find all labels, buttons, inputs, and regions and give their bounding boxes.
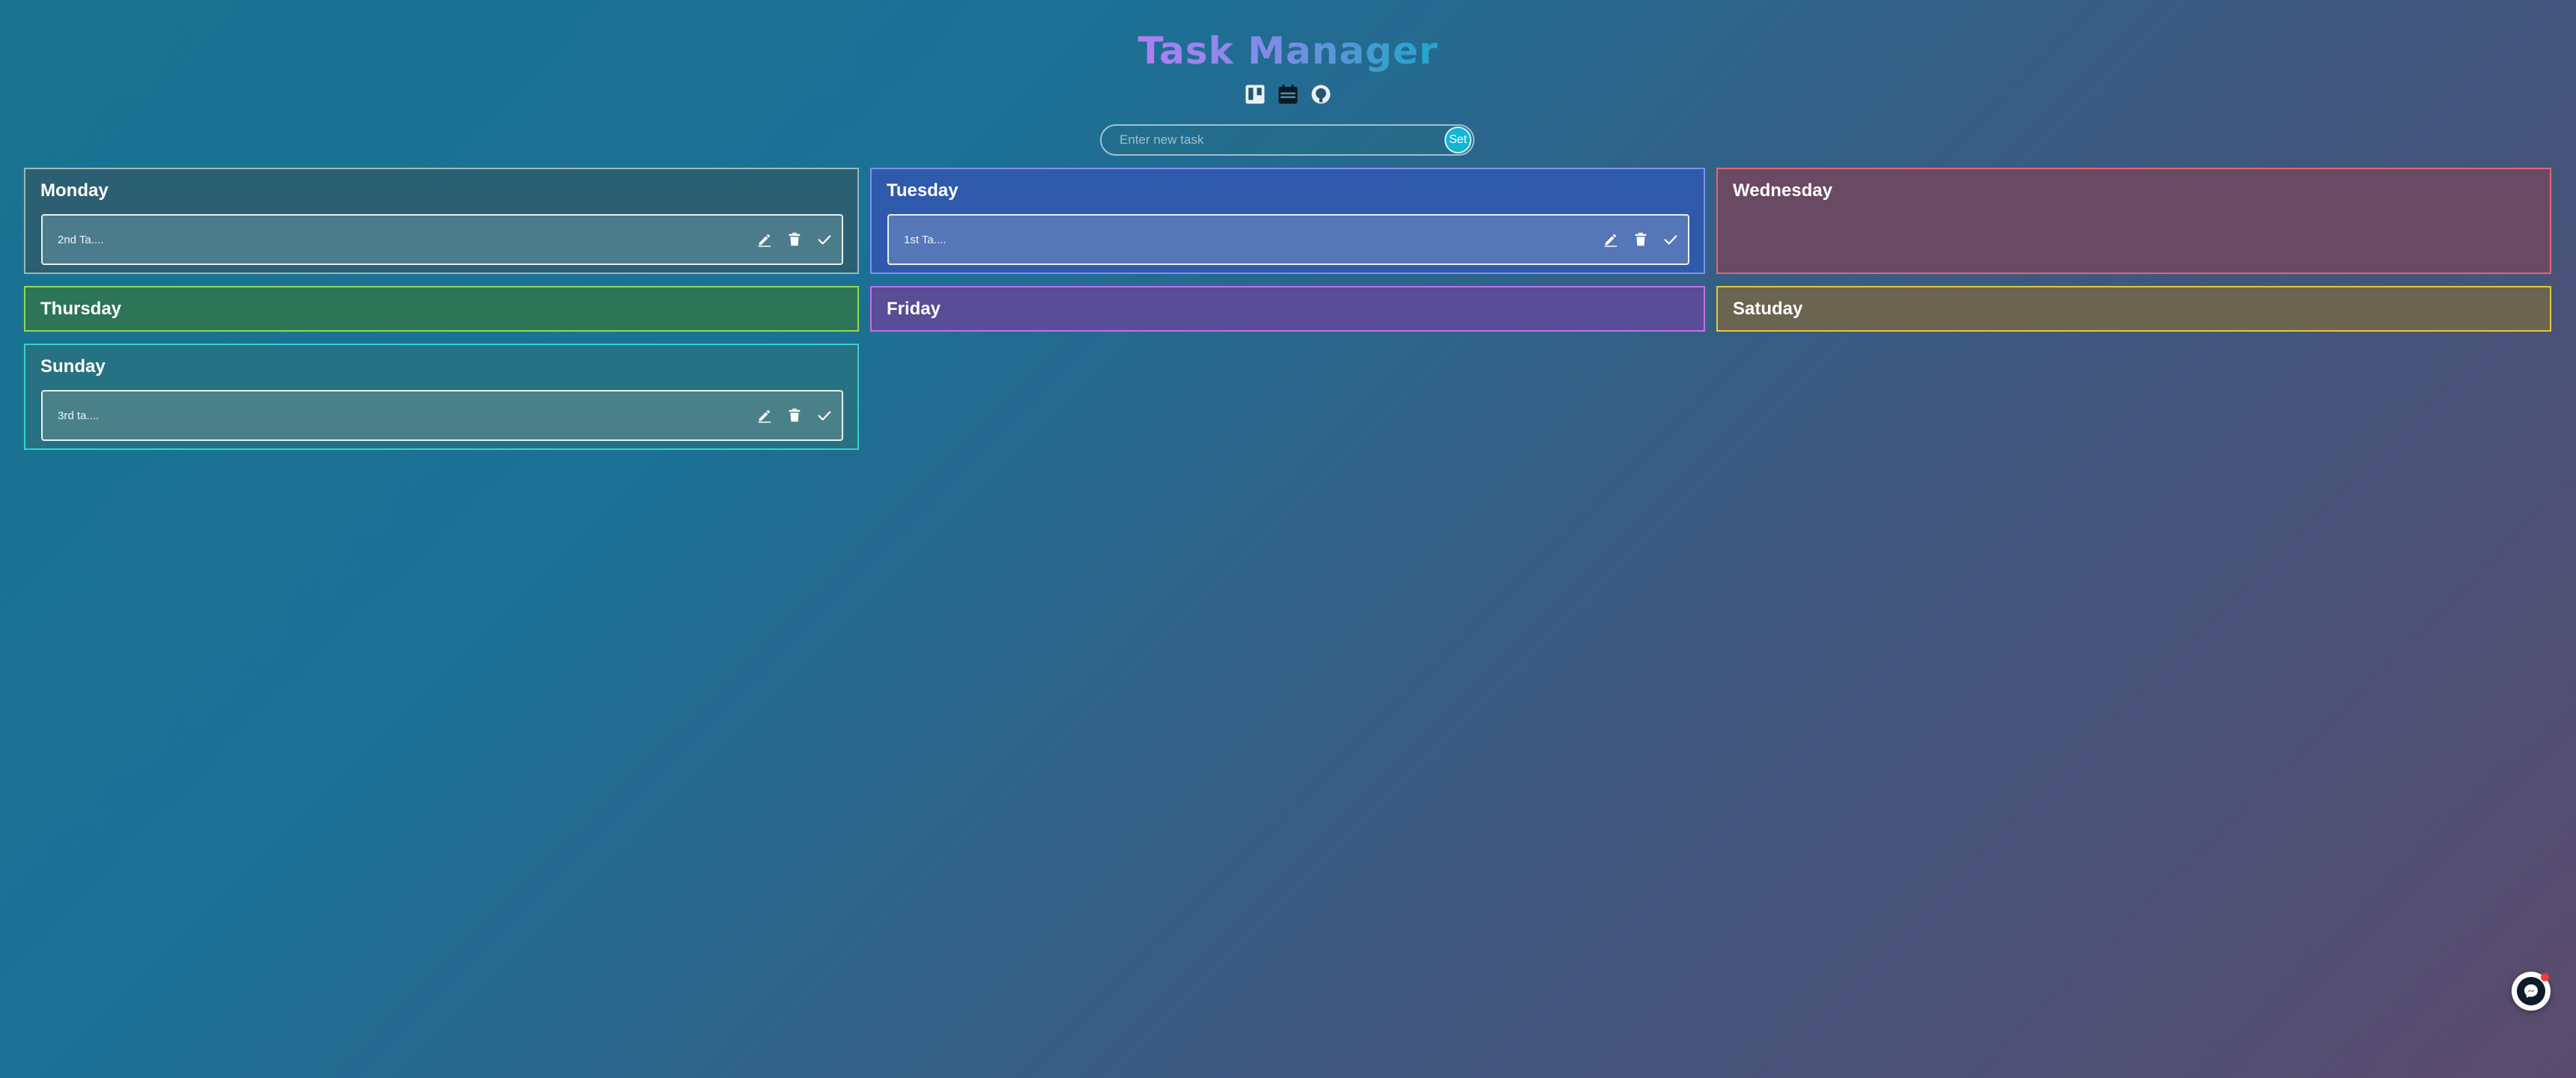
- task-actions: [755, 406, 834, 425]
- notification-dot: [2541, 973, 2549, 981]
- task-actions: [1601, 230, 1680, 249]
- task-card[interactable]: 1st Ta....: [887, 214, 1689, 265]
- day-column-saturday: Satuday: [1716, 286, 2551, 332]
- set-button[interactable]: Set: [1445, 127, 1471, 153]
- check-icon[interactable]: [815, 230, 834, 249]
- day-column-tuesday: Tuesday 1st Ta....: [870, 168, 1705, 274]
- kanban-icon[interactable]: [1243, 82, 1267, 106]
- day-title: Wednesday: [1733, 180, 1832, 201]
- header-icon-bar: [0, 82, 2576, 106]
- new-task-form: Set: [1100, 124, 1474, 156]
- task-actions: [755, 230, 834, 249]
- edit-icon[interactable]: [755, 230, 774, 249]
- page-title: Task Manager: [1137, 27, 1438, 75]
- calendar-icon[interactable]: [1276, 82, 1300, 106]
- task-card[interactable]: 3rd ta....: [41, 390, 843, 441]
- task-text: 2nd Ta....: [58, 233, 104, 246]
- day-column-monday: Monday 2nd Ta....: [24, 168, 859, 274]
- day-title: Thursday: [40, 299, 122, 319]
- day-column-sunday: Sunday 3rd ta....: [24, 344, 859, 450]
- delete-icon[interactable]: [785, 230, 804, 249]
- check-icon[interactable]: [1661, 230, 1680, 249]
- day-title: Satuday: [1733, 299, 1803, 319]
- github-icon[interactable]: [1309, 82, 1333, 106]
- header: Task Manager: [0, 27, 2576, 75]
- day-column-thursday: Thursday: [24, 286, 859, 332]
- edit-icon[interactable]: [755, 406, 774, 425]
- check-icon[interactable]: [815, 406, 834, 425]
- new-task-input[interactable]: [1102, 126, 1445, 154]
- day-title: Tuesday: [887, 180, 959, 201]
- messenger-chat-button[interactable]: [2512, 972, 2551, 1011]
- delete-icon[interactable]: [785, 406, 804, 425]
- day-title: Sunday: [40, 356, 106, 377]
- edit-icon[interactable]: [1601, 230, 1620, 249]
- task-card[interactable]: 2nd Ta....: [41, 214, 843, 265]
- task-text: 1st Ta....: [904, 233, 947, 246]
- delete-icon[interactable]: [1631, 230, 1650, 249]
- day-title: Monday: [40, 180, 109, 201]
- day-column-wednesday: Wednesday: [1716, 168, 2551, 274]
- day-column-friday: Friday: [870, 286, 1705, 332]
- day-title: Friday: [887, 299, 941, 319]
- messenger-icon: [2517, 977, 2545, 1005]
- task-text: 3rd ta....: [58, 409, 100, 422]
